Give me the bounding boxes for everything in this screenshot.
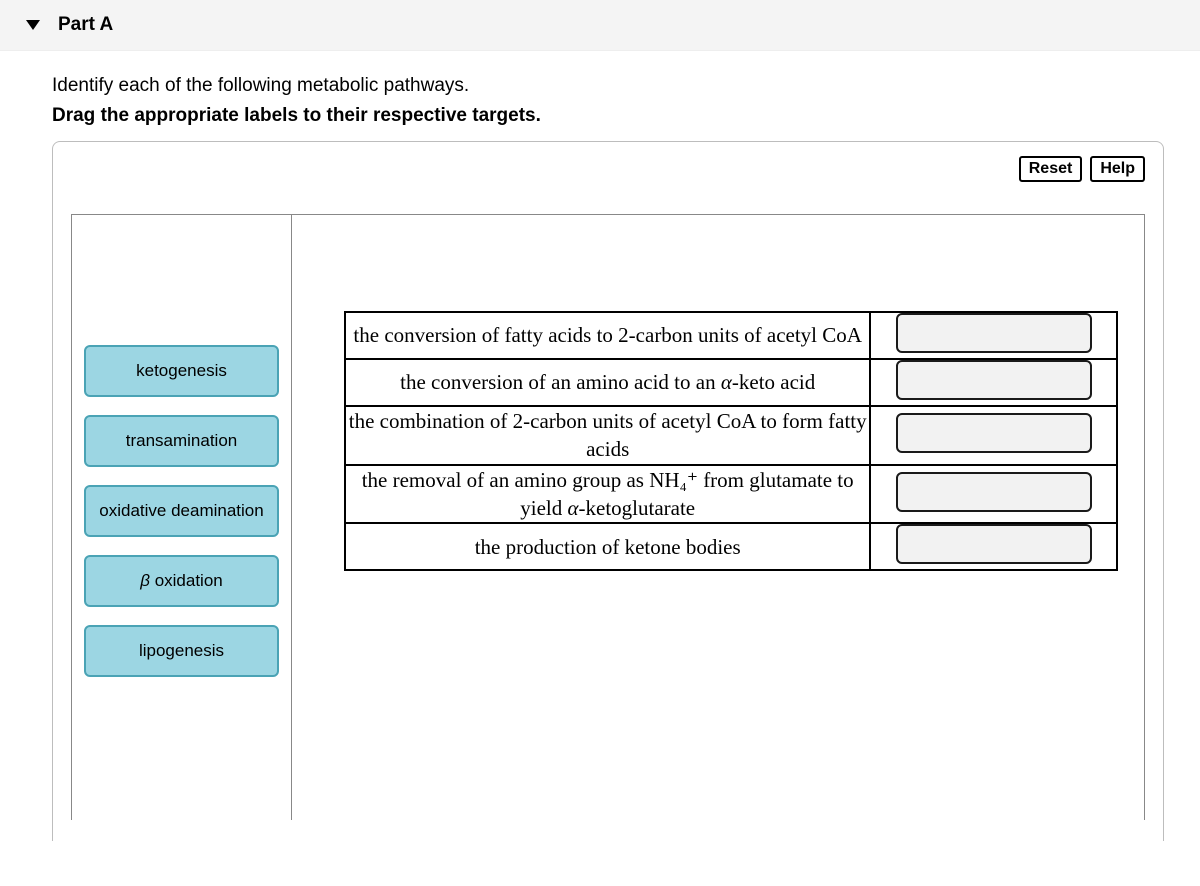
drag-label-ketogenesis[interactable]: ketogenesis — [84, 345, 279, 397]
drop-cell — [870, 406, 1117, 465]
drop-slot-5[interactable] — [896, 524, 1092, 564]
description-cell: the conversion of fatty acids to 2-carbo… — [345, 312, 870, 359]
drop-slot-2[interactable] — [896, 360, 1092, 400]
description-cell: the production of ketone bodies — [345, 523, 870, 570]
match-table: the conversion of fatty acids to 2-carbo… — [344, 311, 1118, 571]
description-cell: the removal of an amino group as NH₄⁺ fr… — [345, 465, 870, 524]
instruction-line-1: Identify each of the following metabolic… — [52, 75, 1164, 97]
label-bin: ketogenesis transamination oxidative dea… — [72, 215, 292, 820]
top-buttons: Reset Help — [1019, 156, 1145, 182]
table-row: the conversion of fatty acids to 2-carbo… — [345, 312, 1117, 359]
drop-slot-3[interactable] — [896, 413, 1092, 453]
description-cell: the conversion of an amino acid to an α-… — [345, 359, 870, 406]
reset-button[interactable]: Reset — [1019, 156, 1083, 182]
drop-cell — [870, 312, 1117, 359]
drop-cell — [870, 359, 1117, 406]
drag-label-transamination[interactable]: transamination — [84, 415, 279, 467]
drag-label-beta-oxidation[interactable]: β oxidation — [84, 555, 279, 607]
caret-down-icon — [26, 20, 40, 30]
instruction-line-2: Drag the appropriate labels to their res… — [52, 105, 1164, 127]
table-row: the conversion of an amino acid to an α-… — [345, 359, 1117, 406]
drag-label-lipogenesis[interactable]: lipogenesis — [84, 625, 279, 677]
help-button[interactable]: Help — [1090, 156, 1145, 182]
drag-label-oxidative-deamination[interactable]: oxidative deamination — [84, 485, 279, 537]
drop-cell — [870, 523, 1117, 570]
part-title: Part A — [58, 14, 113, 36]
table-area: the conversion of fatty acids to 2-carbo… — [292, 215, 1144, 820]
drop-cell — [870, 465, 1117, 524]
table-row: the combination of 2-carbon units of ace… — [345, 406, 1117, 465]
table-row: the production of ketone bodies — [345, 523, 1117, 570]
content-area: Identify each of the following metabolic… — [0, 51, 1200, 841]
description-cell: the combination of 2-carbon units of ace… — [345, 406, 870, 465]
beta-symbol: β — [140, 571, 150, 590]
workspace: ketogenesis transamination oxidative dea… — [71, 214, 1145, 820]
drop-slot-4[interactable] — [896, 472, 1092, 512]
part-header[interactable]: Part A — [0, 0, 1200, 51]
drop-slot-1[interactable] — [896, 313, 1092, 353]
beta-oxidation-suffix: oxidation — [150, 571, 223, 590]
table-row: the removal of an amino group as NH₄⁺ fr… — [345, 465, 1117, 524]
activity-frame: Reset Help ketogenesis transamination ox… — [52, 141, 1164, 841]
